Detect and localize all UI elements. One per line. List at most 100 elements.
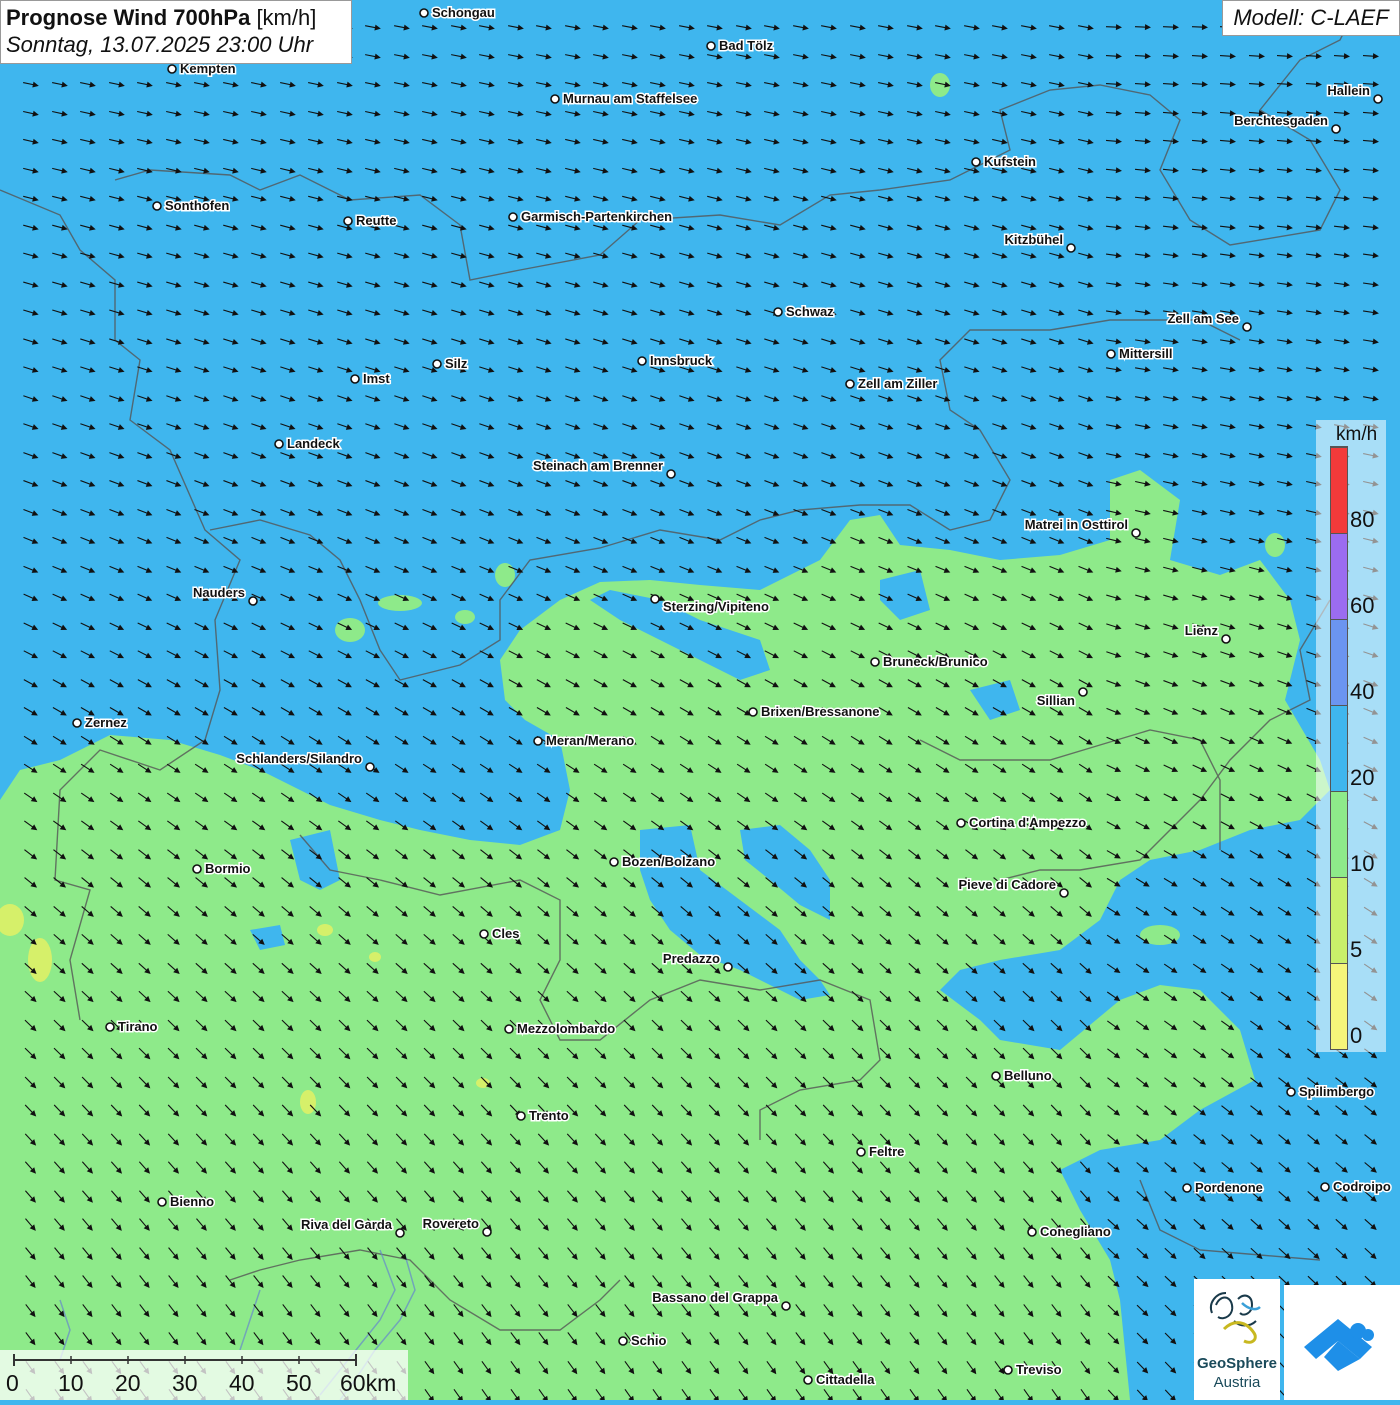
color-legend: km/h 80 60 40 20 10 5 0 (1316, 420, 1386, 1052)
city-marker: Brixen/Bressanone (748, 703, 881, 721)
city-label: Bormio (205, 861, 251, 876)
city-marker: Zell am Ziller (845, 375, 939, 393)
legend-label-60: 60 (1350, 593, 1375, 618)
city-label: Cles (492, 926, 519, 941)
city-label: Zell am Ziller (858, 376, 937, 391)
geosphere-logo[interactable]: GeoSphere Austria (1194, 1279, 1280, 1400)
city-label: Sterzing/Vipiteno (663, 599, 769, 614)
city-label: Schongau (432, 5, 495, 20)
legend-segment-10 (1331, 791, 1347, 877)
legend-segment-5 (1331, 877, 1347, 963)
legend-segment-20 (1331, 705, 1347, 791)
app-logo-icon (1304, 1319, 1374, 1371)
geosphere-logo-icon (1210, 1292, 1261, 1344)
city-label: Zernez (85, 715, 127, 730)
legend-color-bar (1330, 446, 1348, 1050)
city-marker: Innsbruck (637, 352, 714, 370)
city-label: Berchtesgaden (1234, 113, 1328, 128)
city-label: Silz (445, 356, 468, 371)
city-label: Codroipo (1333, 1179, 1391, 1194)
app-logo[interactable] (1284, 1285, 1400, 1400)
city-marker: Mezzolombardo (504, 1020, 617, 1038)
scale-label-0: 0 (6, 1370, 19, 1396)
city-label: Predazzo (663, 951, 720, 966)
scale-label-40: 40 (229, 1370, 255, 1396)
city-label: Schlanders/Silandro (236, 751, 362, 766)
title-text: Prognose Wind 700hPa (6, 5, 251, 30)
city-label: Imst (363, 371, 390, 386)
city-label: Schio (631, 1333, 666, 1348)
city-label: Spilimbergo (1299, 1084, 1374, 1099)
city-label: Steinach am Brenner (533, 458, 663, 473)
wind-map[interactable]: SchongauBad TölzKemptenMurnau am Staffel… (0, 0, 1400, 1400)
city-marker: Pordenone (1182, 1179, 1264, 1197)
city-label: Lienz (1185, 623, 1219, 638)
city-label: Hallein (1327, 83, 1370, 98)
city-label: Kitzbühel (1005, 232, 1064, 247)
title-unit: [km/h] (256, 5, 317, 30)
city-marker: Meran/Merano (533, 732, 636, 750)
legend-segment-60 (1331, 533, 1347, 619)
scale-bar: 0 10 20 30 40 50 60km (0, 1350, 408, 1400)
city-label: Bad Tölz (719, 38, 774, 53)
city-marker: Schongau (419, 4, 496, 22)
city-label: Pordenone (1195, 1180, 1263, 1195)
city-label: Innsbruck (650, 353, 713, 368)
model-label: Modell: C-LAEF (1222, 0, 1400, 36)
legend-segment-40 (1331, 619, 1347, 705)
city-label: Riva del Garda (301, 1217, 393, 1232)
city-marker: Murnau am Staffelsee (550, 90, 699, 108)
scale-label-10: 10 (58, 1370, 84, 1396)
scale-label-20: 20 (115, 1370, 141, 1396)
city-label: Kufstein (984, 154, 1036, 169)
map-title: Prognose Wind 700hPa [km/h] Sonntag, 13.… (0, 0, 352, 64)
city-label: Meran/Merano (546, 733, 634, 748)
scale-label-50: 50 (286, 1370, 312, 1396)
city-label: Cittadella (816, 1372, 875, 1387)
city-label: Tirano (118, 1019, 158, 1034)
city-label: Matrei in Osttirol (1025, 517, 1128, 532)
city-label: Bozen/Bolzano (622, 854, 715, 869)
legend-label-10: 10 (1350, 851, 1375, 876)
city-label: Garmisch-Partenkirchen (521, 209, 672, 224)
city-label: Landeck (287, 436, 341, 451)
city-label: Nauders (193, 585, 245, 600)
legend-label-80: 80 (1350, 507, 1375, 532)
scale-label-30: 30 (172, 1370, 198, 1396)
city-marker: Bruneck/Brunico (870, 653, 989, 671)
geosphere-logo-name: GeoSphere (1196, 1355, 1278, 1372)
legend-label-40: 40 (1350, 679, 1375, 704)
geosphere-logo-sub: Austria (1213, 1374, 1261, 1391)
legend-segment-80 (1331, 447, 1347, 533)
city-marker: Spilimbergo (1286, 1083, 1376, 1101)
city-label: Belluno (1004, 1068, 1052, 1083)
city-label: Sonthofen (165, 198, 229, 213)
city-marker: Bozen/Bolzano (609, 853, 717, 871)
legend-unit: km/h (1336, 424, 1378, 445)
city-label: Treviso (1016, 1362, 1062, 1377)
forecast-datetime: Sonntag, 13.07.2025 23:00 Uhr (6, 32, 314, 57)
city-label: Feltre (869, 1144, 904, 1159)
city-label: Cortina d'Ampezzo (969, 815, 1086, 830)
city-label: Trento (529, 1108, 569, 1123)
city-marker: Conegliano (1027, 1223, 1112, 1241)
city-label: Murnau am Staffelsee (563, 91, 697, 106)
city-label: Conegliano (1040, 1224, 1111, 1239)
city-label: Bienno (170, 1194, 214, 1209)
city-marker: Sonthofen (152, 197, 231, 215)
city-label: Zell am See (1167, 311, 1239, 326)
legend-label-0: 0 (1350, 1023, 1363, 1048)
city-label: Pieve di Cadore (958, 877, 1056, 892)
city-label: Mittersill (1119, 346, 1172, 361)
city-label: Brixen/Bressanone (761, 704, 880, 719)
city-label: Bassano del Grappa (652, 1290, 778, 1305)
city-label: Rovereto (423, 1216, 479, 1231)
city-label: Sillian (1037, 693, 1075, 708)
city-marker: Cortina d'Ampezzo (956, 814, 1088, 832)
city-label: Schwaz (786, 304, 834, 319)
scale-label-60km: 60km (340, 1370, 397, 1396)
city-label: Mezzolombardo (517, 1021, 615, 1036)
city-label: Bruneck/Brunico (883, 654, 988, 669)
legend-label-20: 20 (1350, 765, 1375, 790)
city-marker: Garmisch-Partenkirchen (508, 208, 674, 226)
